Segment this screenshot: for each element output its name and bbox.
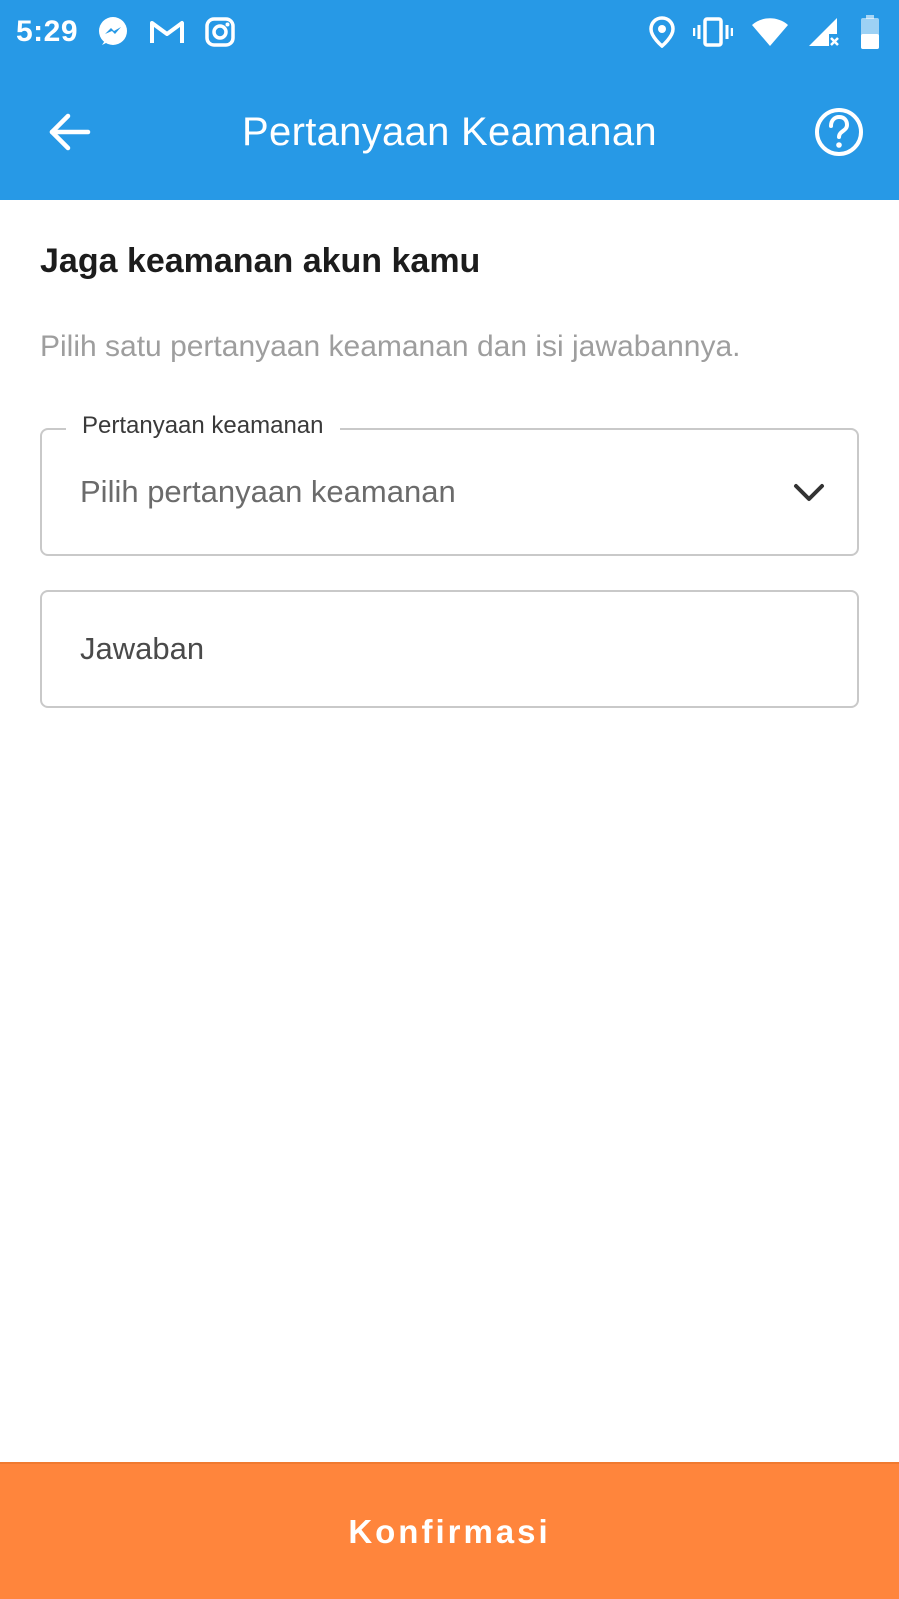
wifi-icon xyxy=(751,17,789,47)
chevron-down-icon xyxy=(791,478,827,508)
status-left: 5:29 xyxy=(16,15,236,49)
page-title: Pertanyaan Keamanan xyxy=(242,109,657,154)
answer-input[interactable] xyxy=(42,592,857,706)
battery-icon xyxy=(859,14,881,50)
instagram-icon xyxy=(204,16,236,48)
status-time: 5:29 xyxy=(16,15,79,48)
answer-field xyxy=(40,590,859,708)
security-question-screen: 5:29 Pertanyaan Keamanan Jaga keamanan a… xyxy=(0,0,899,1599)
status-right xyxy=(649,14,881,50)
location-icon xyxy=(649,16,675,48)
confirm-button[interactable]: Konfirmasi xyxy=(0,1462,899,1599)
messenger-icon xyxy=(96,15,130,49)
security-question-dropdown[interactable]: Pertanyaan keamanan Pilih pertanyaan kea… xyxy=(40,412,859,556)
help-circle-icon xyxy=(813,106,865,158)
gmail-icon xyxy=(148,17,186,47)
help-button[interactable] xyxy=(809,102,869,162)
app-bar: Pertanyaan Keamanan xyxy=(0,64,899,200)
security-question-placeholder: Pilih pertanyaan keamanan xyxy=(80,474,456,509)
signal-icon xyxy=(807,16,841,48)
vibrate-icon xyxy=(693,16,733,48)
section-heading: Jaga keamanan akun kamu xyxy=(40,242,481,280)
status-bar: 5:29 xyxy=(0,0,899,64)
section-description: Pilih satu pertanyaan keamanan dan isi j… xyxy=(40,330,741,363)
security-question-label: Pertanyaan keamanan xyxy=(66,412,340,440)
